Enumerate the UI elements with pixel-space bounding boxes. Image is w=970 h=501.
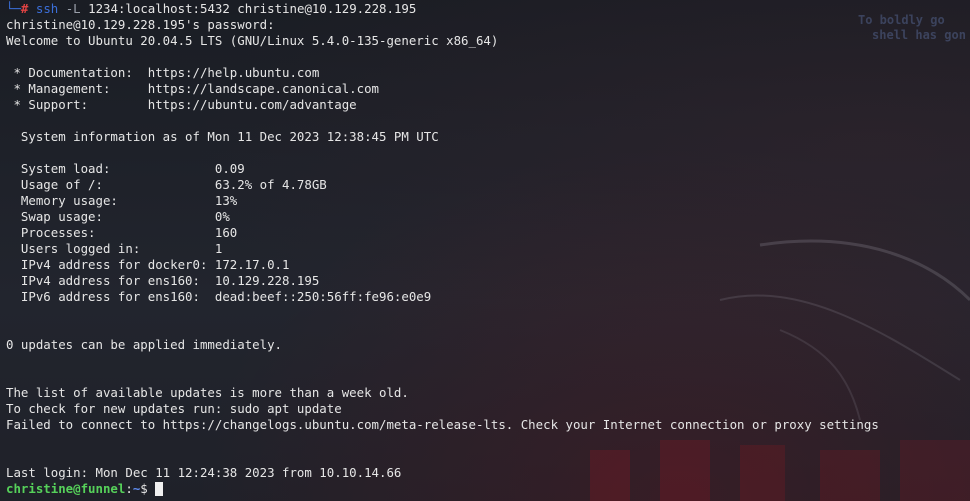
active-prompt-line[interactable]: christine@funnel:~$ xyxy=(6,481,970,497)
prompt-separator: : xyxy=(125,481,133,496)
command-line: └─# ssh -L 1234:localhost:5432 christine… xyxy=(6,1,970,17)
prompt-arrow: └─ xyxy=(6,1,21,16)
output-line: Processes: 160 xyxy=(6,225,238,240)
output-line: * Management: https://landscape.canonica… xyxy=(6,81,379,96)
output-line: 0 updates can be applied immediately. xyxy=(6,337,283,352)
terminal-output: └─# ssh -L 1234:localhost:5432 christine… xyxy=(6,1,970,497)
output-line: To check for new updates run: sudo apt u… xyxy=(6,401,342,416)
output-block: christine@10.129.228.195's password: Wel… xyxy=(6,17,970,481)
command-program: ssh xyxy=(35,1,59,16)
output-line: Users logged in: 1 xyxy=(6,241,223,256)
output-line: christine@10.129.228.195's password: xyxy=(6,17,283,32)
output-line: The list of available updates is more th… xyxy=(6,385,409,400)
output-line: Last login: Mon Dec 11 12:24:38 2023 fro… xyxy=(6,465,402,480)
command-args: 1234:localhost:5432 christine@10.129.228… xyxy=(88,1,417,16)
output-line: System information as of Mon 11 Dec 2023… xyxy=(6,129,439,144)
root-prompt-symbol: # xyxy=(20,1,29,16)
output-line: IPv6 address for ens160: dead:beef::250:… xyxy=(6,289,432,304)
output-line: Failed to connect to https://changelogs.… xyxy=(6,417,879,432)
output-line: Swap usage: 0% xyxy=(6,209,230,224)
terminal-window[interactable]: To boldly go shell has gon └─# ssh -L 12… xyxy=(0,0,970,501)
text-cursor[interactable] xyxy=(155,482,164,496)
output-line: System load: 0.09 xyxy=(6,161,245,176)
output-line: Memory usage: 13% xyxy=(6,193,238,208)
prompt-symbol: $ xyxy=(140,481,156,496)
output-line: Welcome to Ubuntu 20.04.5 LTS (GNU/Linux… xyxy=(6,33,499,48)
output-line: * Support: https://ubuntu.com/advantage xyxy=(6,97,357,112)
command-flag: -L xyxy=(65,1,81,16)
output-line: IPv4 address for docker0: 172.17.0.1 xyxy=(6,257,290,272)
prompt-user-host: christine@funnel xyxy=(6,481,126,496)
output-line: * Documentation: https://help.ubuntu.com xyxy=(6,65,320,80)
output-line: Usage of /: 63.2% of 4.78GB xyxy=(6,177,327,192)
output-line: IPv4 address for ens160: 10.129.228.195 xyxy=(6,273,320,288)
